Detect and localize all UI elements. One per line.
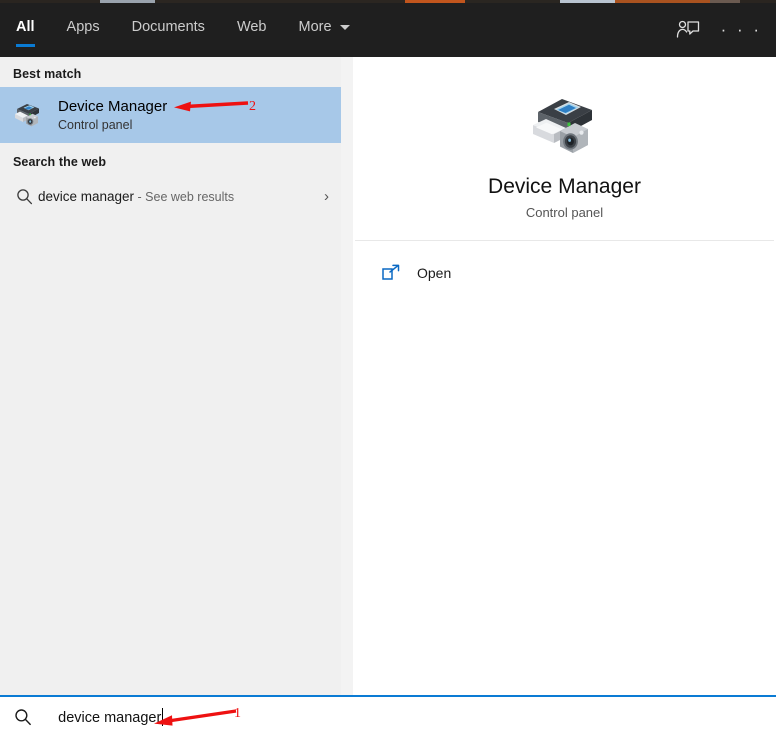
annotation-label-2: 2	[249, 99, 256, 114]
header-actions: · · ·	[671, 3, 766, 57]
text-caret	[162, 708, 164, 726]
device-manager-icon	[522, 85, 608, 161]
tab-documents-label: Documents	[131, 19, 205, 35]
tab-apps[interactable]: Apps	[51, 3, 116, 57]
preview-panel: Device Manager Control panel Open	[353, 57, 776, 695]
tab-apps-label: Apps	[66, 19, 100, 35]
panel-gap	[341, 57, 353, 695]
search-bar-input[interactable]: device manager	[42, 692, 164, 742]
preview-subtitle: Control panel	[525, 205, 604, 220]
results-panel: Best match Device Manager Control panel …	[0, 57, 341, 695]
tab-all[interactable]: All	[0, 3, 51, 57]
chevron-down-icon	[339, 25, 350, 30]
open-external-icon	[381, 264, 407, 282]
search-bar-value: device manager	[58, 710, 162, 726]
best-match-title: Device Manager	[58, 97, 168, 115]
search-icon	[10, 708, 36, 726]
preview-divider	[355, 240, 774, 241]
tab-more[interactable]: More	[283, 3, 366, 57]
person-feedback-icon[interactable]	[671, 13, 705, 47]
tab-web[interactable]: Web	[221, 3, 283, 57]
tab-web-label: Web	[236, 19, 267, 35]
preview-title: Device Manager	[488, 175, 641, 198]
preview-action-open[interactable]: Open	[353, 249, 776, 297]
tab-all-label: All	[16, 19, 35, 35]
best-match-section-label: Best match	[13, 67, 82, 81]
web-result-query: device manager	[38, 188, 135, 204]
best-match-subtitle: Control panel	[58, 117, 133, 132]
best-match-text: Device Manager Control panel	[58, 97, 167, 134]
preview-hero: Device Manager Control panel	[353, 57, 776, 240]
search-bar[interactable]: device manager	[0, 695, 776, 737]
search-header: All Apps Documents Web More · · ·	[0, 3, 776, 57]
preview-action-open-label: Open	[417, 265, 452, 281]
tab-more-label: More	[298, 19, 332, 35]
web-result-suffix: - See web results	[134, 189, 235, 204]
device-manager-icon	[10, 97, 46, 133]
more-options-button[interactable]: · · ·	[721, 20, 766, 40]
web-result-label: device manager - See web results	[38, 189, 234, 204]
tab-documents[interactable]: Documents	[116, 3, 221, 57]
filter-tabs: All Apps Documents Web More	[0, 3, 366, 57]
annotation-label-1: 1	[234, 706, 241, 721]
web-section-label: Search the web	[13, 155, 107, 169]
search-icon	[10, 188, 38, 205]
web-search-result[interactable]: device manager - See web results ›	[0, 175, 341, 217]
best-match-result[interactable]: Device Manager Control panel	[0, 87, 341, 143]
chevron-right-icon[interactable]: ›	[324, 189, 329, 204]
